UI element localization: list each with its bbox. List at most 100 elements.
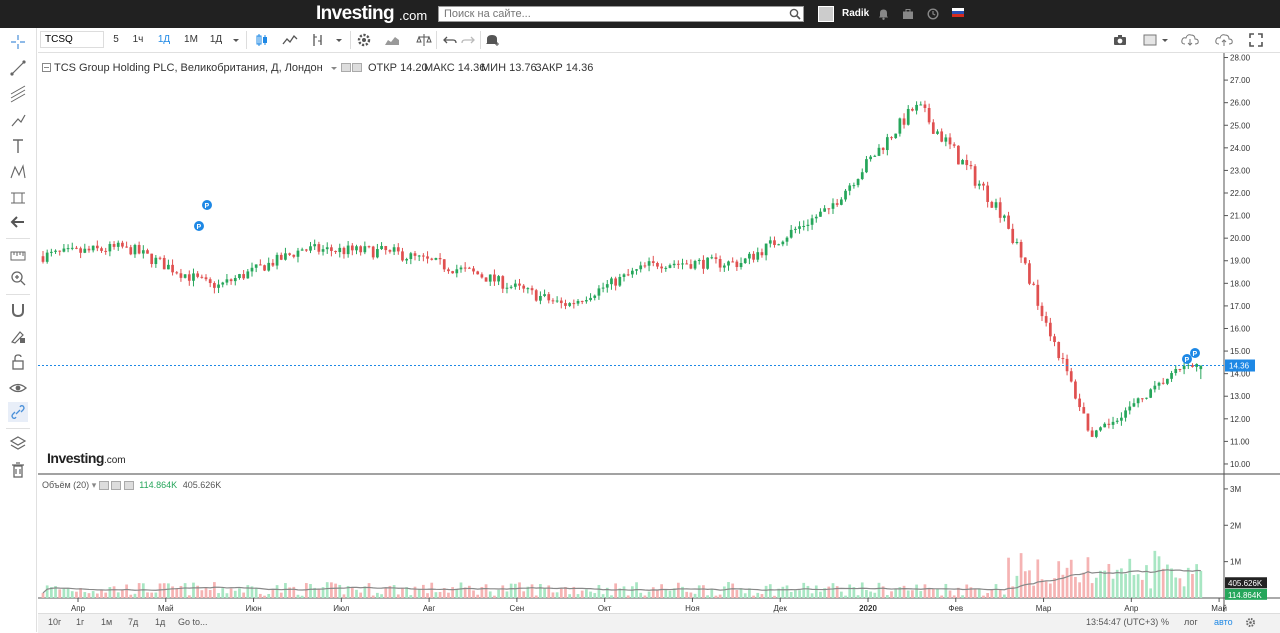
price-tick-label: 20.00 [1230,234,1251,243]
search-icon[interactable] [789,8,801,20]
range-10y[interactable]: 10г [48,617,61,627]
indicators-icon[interactable] [282,32,298,48]
zoom-in-icon[interactable] [8,268,28,288]
volume-bar [309,584,312,598]
layout-icon[interactable] [1142,32,1158,48]
candle-down [1086,413,1090,431]
volume-bar [622,586,626,598]
collapse-legend-icon[interactable] [42,63,51,72]
pattern-icon[interactable] [8,162,28,182]
price-chart[interactable]: 28.00 27.00 26.00 25.00 24.00 23.00 22.00 21.00… [0,0,1280,632]
unlock-icon[interactable] [8,352,28,372]
candle-up [250,267,254,272]
camera-icon[interactable] [1112,32,1128,48]
magnet-icon[interactable] [8,300,28,320]
crosshair-icon[interactable] [8,32,28,52]
cloud-upload-icon[interactable] [1214,32,1234,48]
trash-icon[interactable] [8,460,28,480]
chevron-down-icon[interactable] [330,66,338,72]
volume-bar [814,585,818,598]
log-toggle[interactable]: лог [1184,617,1198,627]
range-1d[interactable]: 1д [155,617,165,627]
volume-bar [204,587,208,598]
chevron-down-icon[interactable] [1160,32,1170,48]
fullscreen-icon[interactable] [1248,32,1264,48]
candle-down [1090,430,1094,437]
russian-flag-icon[interactable] [952,8,964,17]
gear-icon[interactable] [356,32,372,48]
volume-bar [831,583,835,598]
redo-icon[interactable] [460,32,476,48]
candle-down [718,259,722,268]
measure-icon[interactable] [8,244,28,264]
volume-tick-label: 1M [1230,558,1241,567]
range-1y[interactable]: 1г [76,617,84,627]
site-logo[interactable]: Investing [316,3,395,25]
candle-up [116,242,120,247]
alert-icon[interactable] [484,32,500,48]
volume-hide-icon[interactable] [111,481,122,491]
auto-toggle[interactable]: авто [1214,617,1233,627]
volume-bar [585,589,588,598]
interval-5min[interactable]: 5 [110,32,122,48]
candle-down [547,294,551,301]
volume-settings-icon[interactable] [98,481,109,491]
legend-settings-icon[interactable] [341,63,363,72]
volume-bar [1124,573,1127,598]
time-tick-label: Фев [948,604,963,613]
volume-bar [819,591,822,598]
avatar[interactable] [818,6,834,22]
symbol-input[interactable] [40,31,104,48]
chevron-down-icon[interactable] [334,32,344,48]
candle-down [451,271,454,274]
volume-bar [944,583,948,598]
interval-1m[interactable]: 1М [182,32,200,48]
fib-icon[interactable] [8,84,28,104]
interval-1d[interactable]: 1Д [156,32,172,48]
clock-icon[interactable] [927,8,939,20]
candles-icon[interactable] [254,32,270,48]
candle-down [1082,407,1086,414]
range-1m[interactable]: 1м [101,617,112,627]
undo-icon[interactable] [442,32,458,48]
volume-bar [192,582,195,598]
candle-up [1145,397,1148,399]
volume-bar [100,589,103,598]
candle-up [233,278,237,282]
bell-icon[interactable] [878,8,889,20]
chevron-down-icon[interactable]: ▾ [92,480,97,490]
volume-remove-icon[interactable] [123,481,134,491]
trend-line-icon[interactable] [8,58,28,78]
candle-down [1107,423,1111,425]
brush-icon[interactable] [8,110,28,130]
chevron-down-icon[interactable] [230,32,242,48]
search-input[interactable] [438,6,804,22]
candle-up [860,172,864,180]
scales-icon[interactable] [416,32,432,48]
username[interactable]: Radik [842,8,869,19]
candle-up [1174,369,1178,374]
gear-icon[interactable] [1245,617,1256,628]
eye-icon[interactable] [8,378,28,398]
arrow-left-icon[interactable] [8,212,28,232]
briefcase-icon[interactable] [902,8,914,20]
link-icon[interactable] [8,402,28,422]
range-7d[interactable]: 7д [128,617,138,627]
prediction-icon[interactable] [8,188,28,208]
percent-toggle[interactable]: % [1161,617,1169,627]
cloud-download-icon[interactable] [1180,32,1200,48]
text-icon[interactable] [8,136,28,156]
candle-up [631,270,634,275]
compare-icon[interactable] [310,32,326,48]
candle-down [146,250,149,254]
area-chart-icon[interactable] [384,32,400,48]
go-to-button[interactable]: Go to... [178,617,208,627]
candle-down [317,244,321,252]
interval-1d-dropdown[interactable]: 1Д [208,32,224,48]
volume-bar [580,590,584,598]
lock-drawing-icon[interactable] [8,326,28,346]
volume-bar [493,595,496,598]
layers-icon[interactable] [8,434,28,454]
volume-bar [384,587,388,598]
interval-1h[interactable]: 1ч [130,32,146,48]
